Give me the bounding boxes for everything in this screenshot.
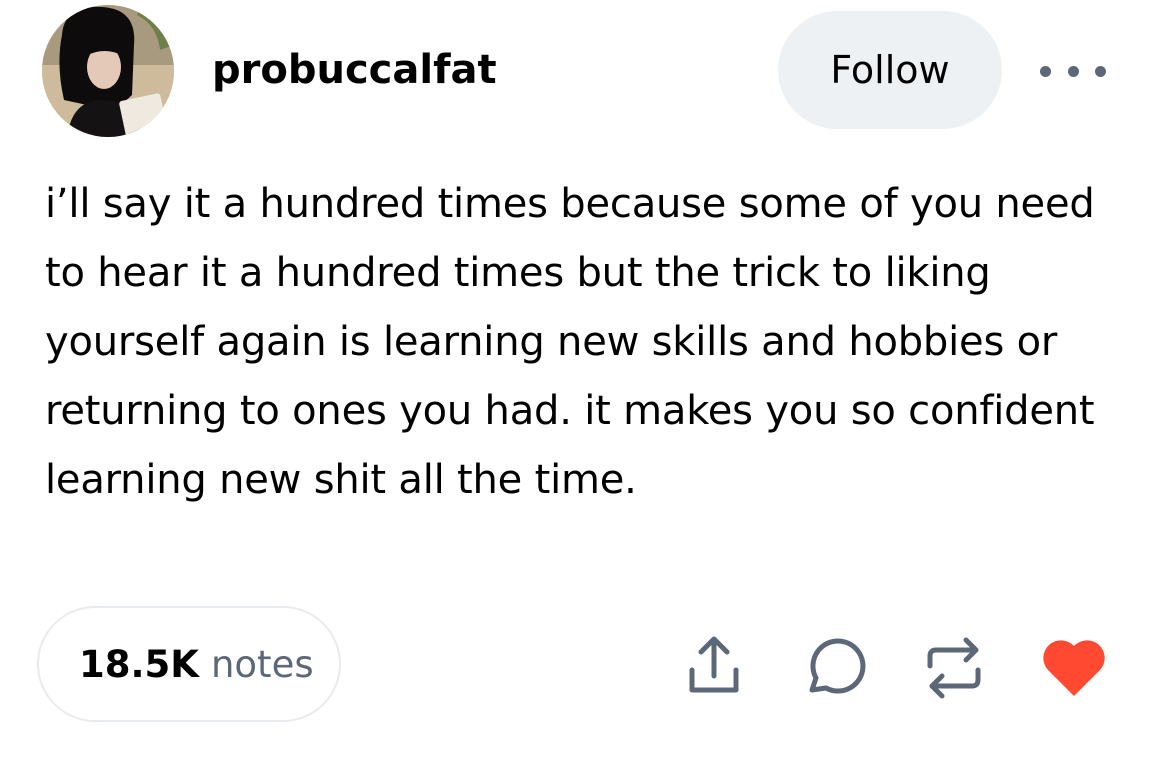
reblog-button[interactable] bbox=[918, 632, 990, 704]
more-dot bbox=[1095, 65, 1106, 77]
more-dot bbox=[1067, 65, 1079, 77]
more-dot bbox=[1040, 65, 1051, 77]
like-heart-icon bbox=[1043, 640, 1105, 696]
share-button[interactable] bbox=[678, 632, 750, 704]
like-button[interactable] bbox=[1038, 632, 1110, 704]
username[interactable]: probuccalfat bbox=[212, 44, 497, 96]
share-icon bbox=[689, 636, 739, 693]
reply-icon bbox=[809, 638, 866, 694]
notes-label: notes bbox=[210, 642, 314, 686]
follow-button[interactable]: Follow bbox=[778, 11, 1002, 129]
notes-count: 18.5K bbox=[79, 642, 199, 686]
reblog-icon bbox=[927, 637, 981, 699]
reply-button[interactable] bbox=[798, 632, 870, 704]
avatar[interactable] bbox=[42, 5, 174, 137]
post-text: i’ll say it a hundred times because some… bbox=[45, 181, 1095, 503]
avatar-image bbox=[42, 5, 174, 137]
more-options-button[interactable] bbox=[1040, 54, 1106, 88]
notes-button[interactable]: 18.5K notes bbox=[37, 606, 341, 722]
